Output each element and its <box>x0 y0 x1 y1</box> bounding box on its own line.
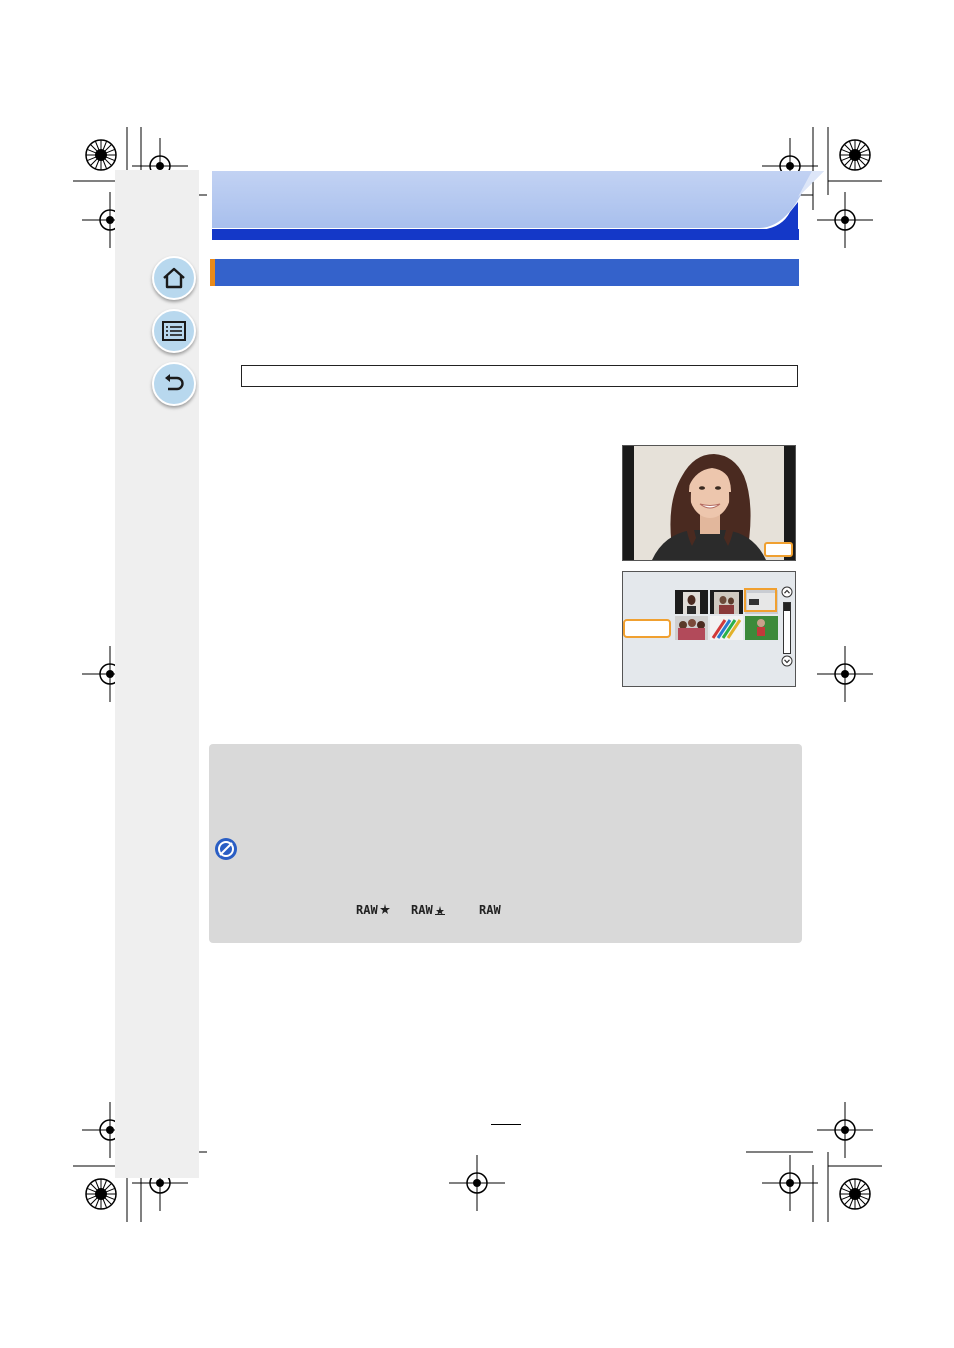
home-button[interactable] <box>152 256 196 300</box>
raw-only-badge: RAW <box>479 903 501 917</box>
highlighted-display-icon[interactable] <box>764 542 793 557</box>
raw-badge-label: RAW <box>411 903 433 917</box>
back-button[interactable] <box>152 362 196 406</box>
note-box <box>209 744 802 943</box>
menu-path-box <box>241 365 798 387</box>
scrollbar-track[interactable] <box>783 602 791 654</box>
raw-badge-label: RAW <box>479 903 501 917</box>
camera-screen-playback <box>622 445 796 561</box>
highlighted-thumbnail-frame[interactable] <box>744 588 777 612</box>
portrait-photo <box>634 446 784 560</box>
not-available-icon <box>215 838 237 860</box>
scrollbar-thumb[interactable] <box>784 603 790 611</box>
home-icon <box>163 267 185 289</box>
contents-button[interactable] <box>152 309 196 353</box>
page-number-underline <box>491 1124 521 1125</box>
highlighted-label-frame <box>623 619 671 638</box>
chapter-rule-corner <box>760 202 798 230</box>
camera-screen-selection <box>622 571 796 687</box>
section-heading-bar <box>210 259 799 286</box>
raw-standard-badge: RAW <box>411 903 446 917</box>
chapter-banner <box>212 171 824 228</box>
list-icon <box>162 321 186 341</box>
chapter-title-rule <box>212 229 799 240</box>
fine-quality-icon <box>379 904 390 914</box>
raw-fine-badge: RAW <box>356 903 391 917</box>
standard-quality-icon <box>434 906 445 915</box>
scroll-down-icon[interactable] <box>781 655 793 667</box>
back-arrow-icon <box>165 374 184 391</box>
section-heading-accent <box>210 259 215 286</box>
raw-badge-label: RAW <box>356 903 378 917</box>
scroll-up-icon[interactable] <box>781 586 793 598</box>
